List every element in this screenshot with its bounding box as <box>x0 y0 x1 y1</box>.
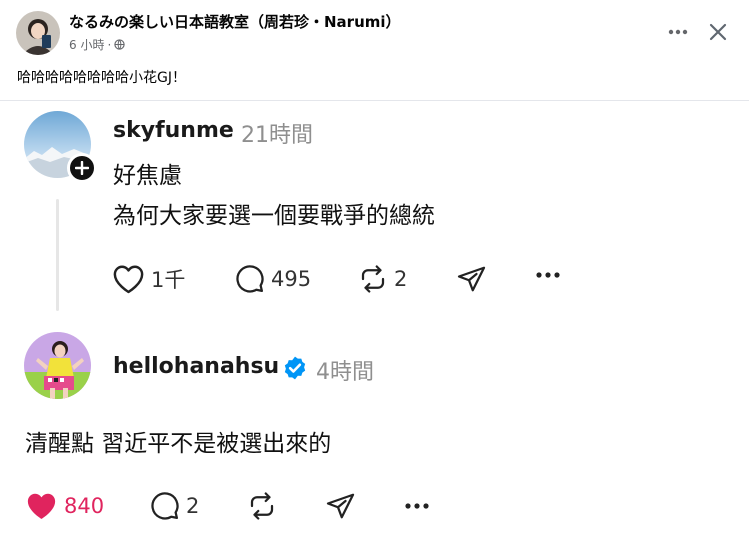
heart-icon <box>113 265 144 294</box>
like-button[interactable]: 1千 <box>112 264 185 294</box>
reply-button[interactable]: 495 <box>235 264 311 294</box>
more-options-button[interactable] <box>404 502 430 510</box>
comment-icon <box>236 265 264 293</box>
share-button[interactable] <box>456 264 487 294</box>
share-button[interactable] <box>325 491 356 521</box>
more-icon <box>405 503 429 509</box>
reply-count: 2 <box>186 494 200 518</box>
author-avatar[interactable] <box>16 11 60 55</box>
like-count: 840 <box>64 494 105 518</box>
thread-username[interactable]: skyfunme <box>113 118 234 143</box>
reply-button[interactable]: 2 <box>150 491 199 521</box>
repost-button[interactable]: 2 <box>358 264 407 294</box>
meta-separator: · <box>107 37 112 52</box>
more-icon[interactable] <box>664 18 692 46</box>
reply-count: 495 <box>271 267 312 291</box>
verified-icon <box>282 355 308 381</box>
thread-username[interactable]: hellohanahsu <box>113 354 279 379</box>
repost-icon <box>361 265 385 293</box>
globe-icon <box>114 39 125 50</box>
plus-icon <box>75 161 89 175</box>
post-meta: 6 小時 · <box>69 36 125 53</box>
share-icon <box>457 266 486 292</box>
comment-icon <box>151 492 179 520</box>
thread-text-line: 好焦慮 <box>113 163 182 189</box>
hellohanahsu-avatar <box>24 332 91 399</box>
embedded-screenshot: skyfunme 21時間 好焦慮 為何大家要選一個要戰爭的總統 1千 495 … <box>0 101 749 546</box>
more-options-button[interactable] <box>535 271 561 279</box>
thread-time: 4時間 <box>316 360 374 385</box>
author-name[interactable]: なるみの楽しい日本語教室（周若珍・Narumi） <box>69 11 401 32</box>
heart-icon <box>27 493 56 519</box>
repost-button[interactable] <box>247 491 277 521</box>
thread-text-line: 為何大家要選一個要戰爭的總統 <box>113 203 435 229</box>
follow-plus-button[interactable] <box>67 153 97 183</box>
repost-icon <box>250 492 274 520</box>
share-icon <box>326 493 355 519</box>
post-caption: 哈哈哈哈哈哈哈哈小花GJ！ <box>17 70 186 86</box>
more-icon <box>536 272 560 278</box>
post-time[interactable]: 6 小時 <box>69 36 104 53</box>
thread-line <box>56 199 59 311</box>
post-header: なるみの楽しい日本語教室（周若珍・Narumi） 6 小時 · 哈哈哈哈哈哈哈哈… <box>0 0 749 100</box>
close-icon[interactable] <box>703 17 733 47</box>
thread-time: 21時間 <box>241 123 313 148</box>
repost-count: 2 <box>394 267 408 291</box>
thread-text-line: 清醒點 習近平不是被選出來的 <box>25 431 332 457</box>
like-count: 1千 <box>151 268 186 292</box>
like-button[interactable]: 840 <box>25 491 104 521</box>
